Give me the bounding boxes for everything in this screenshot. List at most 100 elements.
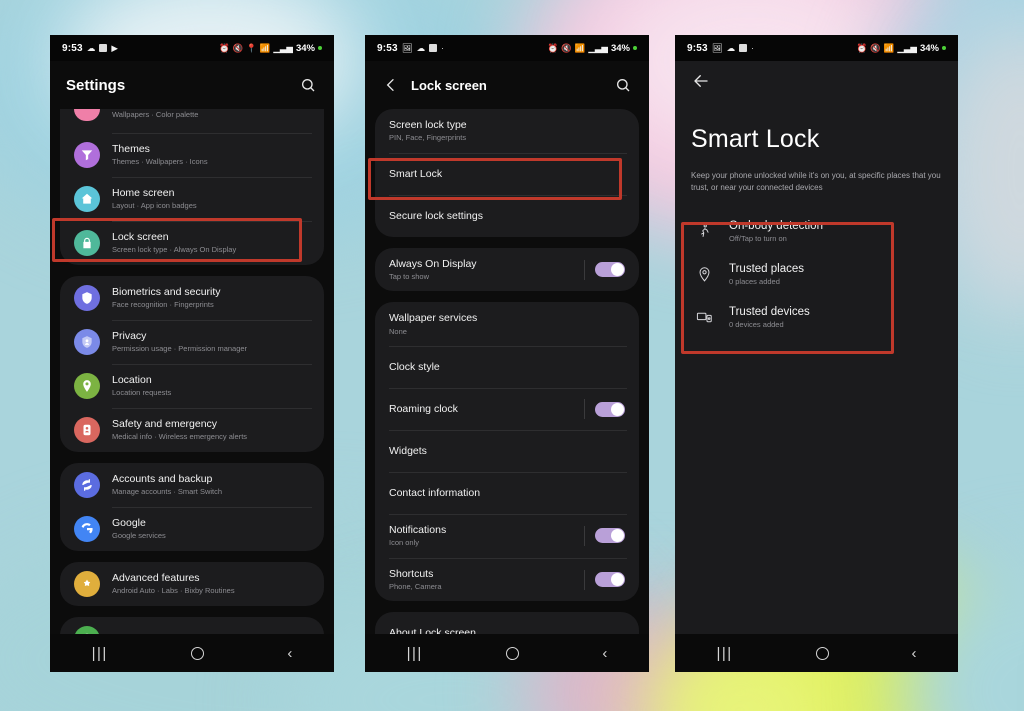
- list-item-title: Notifications: [389, 524, 447, 537]
- recording-dot-icon: [318, 46, 322, 50]
- toggle-divider: [584, 259, 585, 280]
- status-bar: 9:53 🖼 ☁ · ⏰ 🔇 📶 ▁▃▅ 34%: [365, 35, 649, 61]
- toggle-divider: [584, 569, 585, 590]
- shortcuts-toggle[interactable]: [595, 572, 625, 588]
- notifications-toggle[interactable]: [595, 528, 625, 544]
- keyboard-icon: [99, 44, 108, 52]
- list-item-subtitle: Location requests: [112, 388, 172, 398]
- recent-apps-button[interactable]: |||: [716, 646, 732, 661]
- home-circle-icon[interactable]: [506, 646, 520, 660]
- list-item-biometrics-security[interactable]: Biometrics and security Face recognition…: [60, 276, 324, 320]
- list-item-title: Widgets: [389, 444, 427, 457]
- list-item-themes[interactable]: Themes Themes · Wallpapers · Icons: [60, 133, 324, 177]
- list-item-shortcuts[interactable]: Shortcuts Phone, Camera: [375, 557, 639, 602]
- settings-list[interactable]: Wallpapers · Color palette Themes Themes…: [50, 109, 334, 634]
- home-circle-icon[interactable]: [191, 646, 205, 660]
- back-button[interactable]: ‹: [912, 646, 917, 661]
- page-description: Keep your phone unlocked while it's on y…: [691, 171, 941, 192]
- list-item-google[interactable]: Google Google services: [60, 507, 324, 551]
- list-item-advanced-features[interactable]: Advanced features Android Auto · Labs · …: [60, 562, 324, 606]
- status-bar: 9:53 🖼 ☁ · ⏰ 🔇 📶 ▁▃▅ 34%: [675, 35, 958, 61]
- walking-person-icon: [693, 223, 715, 240]
- settings-group-security: Biometrics and security Face recognition…: [60, 276, 324, 452]
- list-item-notifications[interactable]: Notifications Icon only: [375, 514, 639, 558]
- list-item-title: Accounts and backup: [112, 473, 213, 486]
- list-item-accounts-backup[interactable]: Accounts and backup Manage accounts · Sm…: [60, 463, 324, 507]
- list-item-subtitle: Phone, Camera: [389, 581, 442, 591]
- lock-group-appearance: Wallpaper services None Clock style Roam…: [375, 302, 639, 602]
- home-circle-icon[interactable]: [815, 646, 829, 660]
- settings-group-advanced: Advanced features Android Auto · Labs · …: [60, 562, 324, 606]
- chevron-left-icon[interactable]: [381, 75, 401, 95]
- wifi-icon: 📶: [883, 42, 895, 53]
- list-item-title: Secure lock settings: [389, 209, 483, 222]
- list-item-widgets[interactable]: Widgets: [375, 430, 639, 472]
- image-icon: 🖼: [711, 42, 723, 53]
- smart-lock-options[interactable]: On-body detection Off/Tap to turn on Tru…: [675, 210, 958, 339]
- video-icon: ▶: [111, 42, 118, 53]
- list-item-smart-lock[interactable]: Smart Lock: [375, 152, 639, 195]
- list-item-privacy[interactable]: Privacy Permission usage · Permission ma…: [60, 320, 324, 364]
- status-time: 9:53: [377, 42, 398, 54]
- list-item-always-on-display[interactable]: Always On Display Tap to show: [375, 248, 639, 292]
- back-button[interactable]: ‹: [287, 646, 292, 661]
- page-title: Settings: [66, 76, 126, 94]
- list-item-trusted-devices[interactable]: Trusted devices 0 devices added: [681, 296, 952, 339]
- list-item-subtitle: 0 places added: [729, 277, 780, 286]
- phone-screen-smart-lock: 9:53 🖼 ☁ · ⏰ 🔇 📶 ▁▃▅ 34% Smart Lock Keep…: [675, 35, 958, 672]
- google-icon: [74, 516, 100, 542]
- list-item-title: Digital Wellbeing and parental controls: [112, 632, 310, 634]
- list-item-subtitle: None: [389, 326, 407, 336]
- recent-apps-button[interactable]: |||: [407, 646, 423, 661]
- list-item-title: On-body detection: [729, 220, 823, 232]
- list-item-on-body-detection[interactable]: On-body detection Off/Tap to turn on: [681, 210, 952, 253]
- location-pin-icon: [693, 266, 715, 283]
- recent-apps-button[interactable]: |||: [92, 646, 108, 661]
- list-item-digital-wellbeing[interactable]: Digital Wellbeing and parental controls: [60, 617, 324, 634]
- back-button[interactable]: ‹: [602, 646, 607, 661]
- phone-screen-lock-screen: 9:53 🖼 ☁ · ⏰ 🔇 📶 ▁▃▅ 34% Lock screen Scr…: [365, 35, 649, 672]
- back-arrow-container[interactable]: [675, 61, 958, 91]
- lock-icon: [74, 230, 100, 256]
- recording-dot-icon: [633, 46, 637, 50]
- list-item-secure-lock-settings[interactable]: Secure lock settings: [375, 194, 639, 237]
- cloud-icon: ☁: [86, 42, 96, 53]
- advanced-icon: [74, 571, 100, 597]
- home-icon: [74, 186, 100, 212]
- list-item-trusted-places[interactable]: Trusted places 0 places added: [681, 253, 952, 296]
- list-item-subtitle: Icon only: [389, 538, 420, 548]
- list-item-location[interactable]: Location Location requests: [60, 364, 324, 408]
- lock-screen-header: Lock screen: [365, 61, 649, 109]
- cloud-icon: ☁: [726, 42, 736, 53]
- list-item-roaming-clock[interactable]: Roaming clock: [375, 388, 639, 430]
- keyboard-icon: [739, 44, 748, 52]
- list-item-title: Home screen: [112, 187, 175, 200]
- always-on-display-toggle[interactable]: [595, 262, 625, 277]
- list-item-title: Shortcuts: [389, 567, 434, 580]
- page-title: Lock screen: [411, 77, 487, 93]
- roaming-clock-toggle[interactable]: [595, 401, 625, 417]
- search-icon[interactable]: [613, 75, 633, 95]
- list-item-subtitle: Tap to show: [389, 271, 430, 281]
- list-item-screen-lock-type[interactable]: Screen lock type PIN, Face, Fingerprints: [375, 109, 639, 153]
- list-item-safety-emergency[interactable]: Safety and emergency Medical info · Wire…: [60, 408, 324, 452]
- battery-percent: 34%: [295, 42, 315, 54]
- cloud-icon: ☁: [416, 42, 426, 53]
- list-item-title: Wallpaper services: [389, 312, 478, 325]
- list-item-title: Clock style: [389, 360, 440, 373]
- wallpaper-icon: [74, 109, 100, 121]
- list-item-about-lock-screen[interactable]: About Lock screen: [375, 612, 639, 634]
- lock-screen-list[interactable]: Screen lock type PIN, Face, Fingerprints…: [365, 109, 649, 634]
- list-item-clock-style[interactable]: Clock style: [375, 346, 639, 388]
- list-item-home-screen[interactable]: Home screen Layout · App icon badges: [60, 177, 324, 221]
- list-item-title: Lock screen: [112, 231, 169, 244]
- list-item-wallpaper-services[interactable]: Wallpaper services None: [375, 302, 639, 346]
- list-item-lock-screen[interactable]: Lock screen Screen lock type · Always On…: [60, 221, 324, 265]
- arrow-left-icon[interactable]: [691, 71, 711, 91]
- alarm-icon: ⏰: [856, 42, 868, 53]
- settings-group-personalization: Wallpapers · Color palette Themes Themes…: [60, 109, 324, 265]
- list-item-wallpaper[interactable]: Wallpapers · Color palette: [60, 109, 324, 133]
- search-icon[interactable]: [298, 75, 318, 95]
- list-item-subtitle: Face recognition · Fingerprints: [112, 300, 214, 310]
- list-item-contact-information[interactable]: Contact information: [375, 472, 639, 514]
